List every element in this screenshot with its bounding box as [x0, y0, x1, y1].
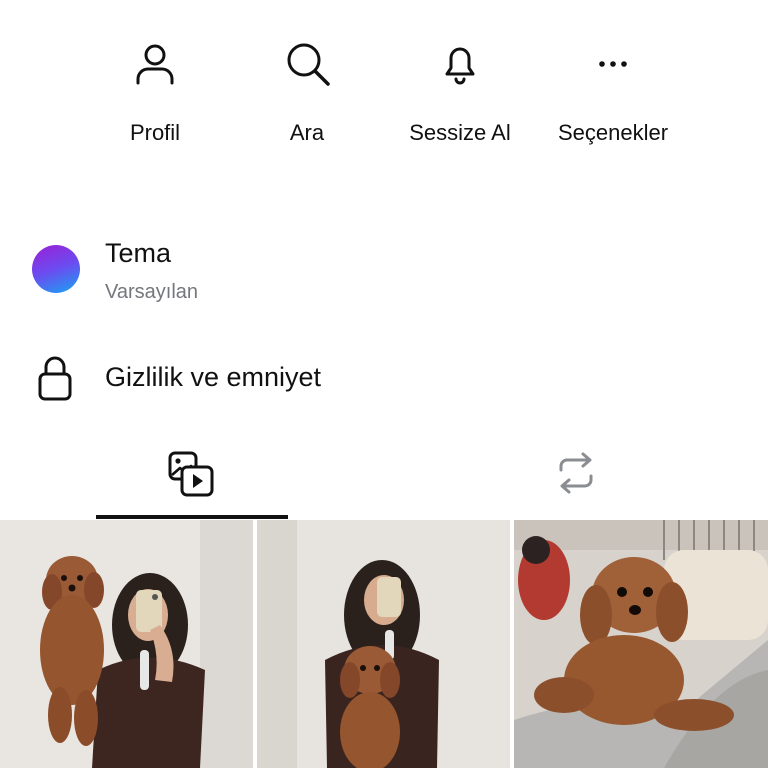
media-tabs — [0, 440, 768, 520]
search-icon — [287, 43, 330, 86]
mute-button[interactable]: Sessize Al — [385, 38, 535, 153]
options-button[interactable]: Seçenekler — [538, 38, 688, 153]
privacy-safety-row[interactable]: Gizlilik ve emniyet — [0, 350, 768, 406]
bell-icon — [445, 47, 475, 85]
theme-title: Tema — [105, 238, 172, 268]
options-label: Seçenekler — [557, 120, 669, 145]
media-grid — [0, 520, 768, 768]
photo-woman-holding-puppy-waist — [257, 520, 510, 768]
tab-reposts[interactable] — [480, 440, 672, 520]
media-thumbnail[interactable] — [0, 520, 253, 768]
repost-icon — [559, 452, 593, 494]
photo-puppy-on-blanket — [514, 520, 768, 768]
privacy-safety-title: Gizlilik ve emniyet — [105, 362, 322, 392]
search-button[interactable]: Ara — [232, 38, 382, 153]
theme-value: Varsayılan — [105, 281, 199, 303]
chat-actions-bar: Profil Ara Sessize Al Seçenekler — [0, 0, 768, 170]
mute-label: Sessize Al — [409, 120, 511, 145]
theme-row[interactable]: Tema Varsayılan — [0, 236, 768, 306]
media-icon — [168, 451, 214, 497]
active-tab-indicator — [96, 515, 288, 519]
person-icon — [136, 44, 174, 85]
profile-button[interactable]: Profil — [80, 38, 230, 153]
theme-color-swatch — [32, 245, 80, 293]
lock-icon — [38, 356, 72, 401]
profile-label: Profil — [129, 120, 181, 145]
tab-media[interactable] — [96, 440, 288, 520]
more-dots-icon — [599, 61, 627, 67]
media-thumbnail[interactable] — [514, 520, 768, 768]
photo-woman-holding-puppy-up — [0, 520, 253, 768]
search-label: Ara — [289, 120, 325, 145]
media-thumbnail[interactable] — [257, 520, 510, 768]
